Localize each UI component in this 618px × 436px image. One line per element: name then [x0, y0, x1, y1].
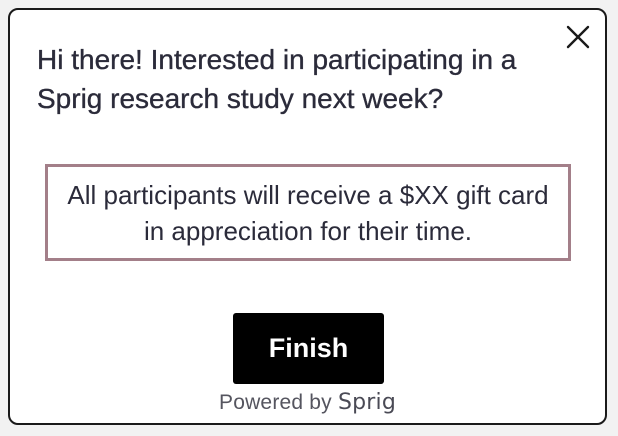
finish-button[interactable]: Finish [233, 313, 384, 384]
incentive-notice-text: All participants will receive a $XX gift… [67, 179, 549, 246]
sprig-logo[interactable]: Sprig [338, 390, 396, 415]
close-icon [566, 25, 590, 49]
powered-by-label: Powered by [218, 391, 332, 414]
powered-by-footer: Powered by Sprig [10, 390, 605, 415]
survey-question: Hi there! Interested in participating in… [37, 44, 517, 114]
survey-card: Hi there! Interested in participating in… [8, 8, 607, 425]
close-button[interactable] [563, 22, 593, 52]
incentive-notice: All participants will receive a $XX gift… [45, 164, 571, 261]
